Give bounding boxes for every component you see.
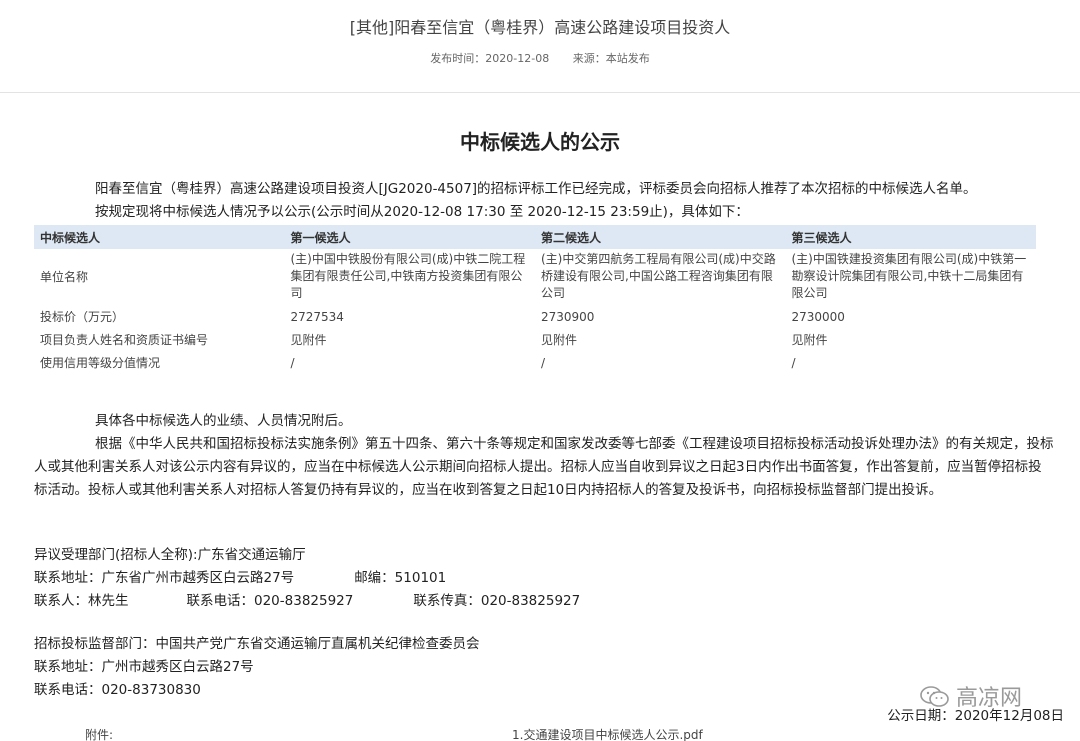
table-row: 单位名称 (主)中国中铁股份有限公司(成)中铁二院工程集团有限责任公司,中铁南方… bbox=[34, 249, 1036, 307]
supervision-address: 联系地址：广州市越秀区白云路27号 bbox=[34, 659, 254, 675]
objection-department: 异议受理部门(招标人全称):广东省交通运输厅 bbox=[34, 547, 306, 563]
objection-person: 联系人：林先生 bbox=[34, 593, 129, 609]
table-header-cell: 第一候选人 bbox=[284, 225, 535, 249]
objection-postcode: 邮编：510101 bbox=[354, 570, 447, 586]
supervision-department: 招标投标监督部门：中国共产党广东省交通运输厅直属机关纪律检查委员会 bbox=[34, 636, 480, 652]
intro-line-2: 按规定现将中标候选人情况予以公示(公示时间从2020-12-08 17:30 至… bbox=[95, 204, 749, 220]
publish-source: 来源：本站发布 bbox=[572, 52, 650, 65]
table-cell: (主)中国铁建投资集团有限公司(成)中铁第一勘察设计院集团有限公司,中铁十二局集… bbox=[791, 252, 1027, 300]
attachment-note: 具体各中标候选人的业绩、人员情况附后。 bbox=[95, 413, 352, 429]
table-header-cell: 第二候选人 bbox=[535, 225, 786, 249]
row-label: 项目负责人姓名和资质证书编号 bbox=[40, 333, 209, 347]
notice-date: 公示日期：2020年12月08日 bbox=[887, 708, 1064, 724]
objection-contact: 异议受理部门(招标人全称):广东省交通运输厅 联系地址：广东省广州市越秀区白云路… bbox=[34, 544, 580, 613]
table-cell: (主)中交第四航务工程局有限公司(成)中交路桥建设有限公司,中国公路工程咨询集团… bbox=[541, 252, 776, 300]
supervision-contact: 招标投标监督部门：中国共产党广东省交通运输厅直属机关纪律检查委员会 联系地址：广… bbox=[34, 633, 480, 702]
table-cell: 2727534 bbox=[290, 310, 344, 324]
intro-line-1: 阳春至信宜（粤桂界）高速公路建设项目投资人[JG2020-4507]的招标评标工… bbox=[95, 181, 977, 197]
law-paragraph: 根据《中华人民共和国招标投标法实施条例》第五十四条、第六十条等规定和国家发改委等… bbox=[34, 436, 1054, 498]
table-cell: / bbox=[791, 356, 796, 370]
objection-phone-line: 联系人：林先生 联系电话：020-83825927 联系传真：020-8382592… bbox=[34, 590, 580, 613]
row-label: 使用信用等级分值情况 bbox=[40, 356, 161, 370]
table-row: 项目负责人姓名和资质证书编号 见附件 见附件 见附件 bbox=[34, 330, 1036, 353]
table-cell: / bbox=[541, 356, 546, 370]
table-cell: 2730900 bbox=[541, 310, 595, 324]
publish-meta: 发布时间：2020-12-08 来源：本站发布 bbox=[0, 50, 1080, 66]
table-row: 使用信用等级分值情况 / / / bbox=[34, 353, 1036, 376]
publish-time: 发布时间：2020-12-08 bbox=[430, 52, 550, 65]
table-cell: 见附件 bbox=[541, 333, 578, 347]
table-cell: 见附件 bbox=[290, 333, 327, 347]
notice-title: 中标候选人的公示 bbox=[460, 130, 620, 154]
attachment-row: 附件: 1.交通建设项目中标候选人公示.pdf bbox=[0, 724, 1080, 741]
table-cell: 2730000 bbox=[791, 310, 845, 324]
row-label: 投标价（万元） bbox=[40, 310, 125, 324]
table-cell: 见附件 bbox=[791, 333, 828, 347]
objection-address-line: 联系地址：广东省广州市越秀区白云路27号 邮编：510101 bbox=[34, 567, 580, 590]
attachment-label: 附件: bbox=[85, 728, 114, 741]
table-header-row: 中标候选人 第一候选人 第二候选人 第三候选人 bbox=[34, 225, 1036, 249]
table-row: 投标价（万元） 2727534 2730900 2730000 bbox=[34, 307, 1036, 330]
table-cell: / bbox=[290, 356, 295, 370]
table-header-cell: 第三候选人 bbox=[785, 225, 1036, 249]
attachment-file-link[interactable]: 1.交通建设项目中标候选人公示.pdf bbox=[512, 726, 703, 741]
objection-phone: 联系电话：020-83825927 bbox=[186, 593, 354, 609]
page-header: [其他]阳春至信宜（粤桂界）高速公路建设项目投资人 发布时间：2020-12-0… bbox=[0, 0, 1080, 93]
objection-fax: 联系传真：020-83825927 bbox=[413, 593, 581, 609]
supervision-phone: 联系电话：020-83730830 bbox=[34, 682, 201, 698]
table-header-cell: 中标候选人 bbox=[34, 225, 285, 249]
table-cell: (主)中国中铁股份有限公司(成)中铁二院工程集团有限责任公司,中铁南方投资集团有… bbox=[290, 252, 526, 300]
page-title: [其他]阳春至信宜（粤桂界）高速公路建设项目投资人 bbox=[349, 18, 731, 37]
candidate-table: 中标候选人 第一候选人 第二候选人 第三候选人 单位名称 (主)中国中铁股份有限… bbox=[34, 225, 1036, 376]
row-label: 单位名称 bbox=[40, 270, 89, 284]
objection-address: 联系地址：广东省广州市越秀区白云路27号 bbox=[34, 570, 295, 586]
